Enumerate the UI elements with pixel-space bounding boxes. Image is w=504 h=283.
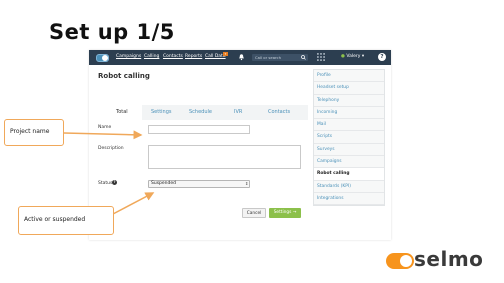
active-suspended-arrow — [112, 192, 155, 215]
project-name-arrow — [63, 130, 143, 140]
annotation-arrows — [63, 130, 155, 215]
callout-active-or-suspended: Active or suspended — [18, 206, 114, 235]
callout-project-name: Project name — [4, 119, 64, 146]
selmo-logo-icon — [386, 253, 414, 269]
selmo-logo-text: selmo — [414, 247, 484, 271]
